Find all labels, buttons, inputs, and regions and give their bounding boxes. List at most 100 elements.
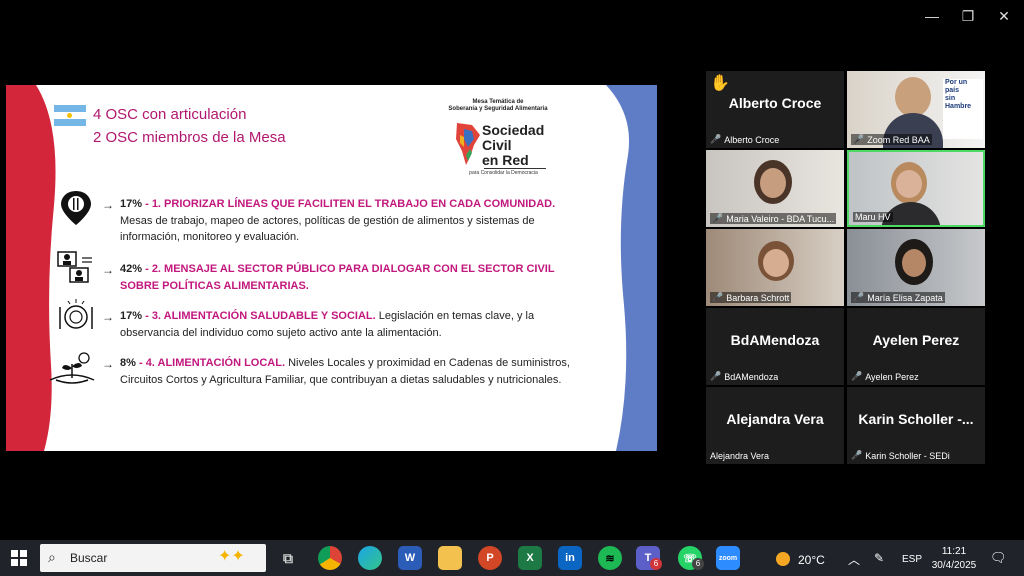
participant-label-text: Maru HV — [855, 212, 891, 222]
item-2-arrow: → — [102, 263, 114, 277]
taskbar-search-box[interactable]: ⌕ Buscar ✦✦ — [40, 544, 266, 572]
participant-label-text: Barbara Schrott — [726, 292, 790, 303]
participant-name: Alejandra Vera — [726, 411, 824, 427]
person-face — [902, 249, 926, 277]
participant-tile[interactable]: BdAMendoza 🎤 BdAMendoza — [706, 308, 844, 385]
participant-label-text: Alejandra Vera — [710, 451, 770, 461]
participant-tile[interactable]: Karin Scholler -... 🎤 Karin Scholler - SE… — [847, 387, 985, 464]
chrome-icon[interactable] — [318, 546, 342, 570]
dialogue-people-icon — [57, 251, 92, 283]
participant-tile[interactable]: 🎤 Barbara Schrott — [706, 229, 844, 306]
close-button[interactable]: ✕ — [994, 8, 1014, 25]
participant-tile[interactable]: 🎤 Maria Valeiro - BDA Tucu... — [706, 150, 844, 227]
restore-button[interactable]: ❐ — [958, 8, 978, 25]
item-4-text: 8% - 4. ALIMENTACIÓN LOCAL. Niveles Loca… — [120, 355, 575, 388]
task-view-icon[interactable]: ⧉ — [276, 546, 300, 570]
zoom-icon[interactable]: zoom — [716, 546, 740, 570]
participant-tile[interactable]: ✋ Alberto Croce 🎤 Alberto Croce — [706, 71, 844, 148]
language-indicator[interactable]: ESP — [902, 554, 922, 565]
weather-sun-icon[interactable] — [776, 552, 790, 566]
item-2-text: 42% - 2. MENSAJE AL SECTOR PÚBLICO PARA … — [120, 261, 575, 294]
item-4-arrow: → — [102, 357, 114, 371]
raised-hand-icon: ✋ — [710, 75, 730, 92]
item-2-heading: 2. MENSAJE AL SECTOR PÚBLICO PARA DIALOG… — [120, 263, 555, 292]
sparkle-icon: ✦✦ — [218, 548, 245, 565]
notification-icon[interactable]: 🗨 — [990, 550, 1007, 566]
linkedin-icon[interactable]: in — [558, 546, 582, 570]
shared-slide: 4 OSC con articulación 2 OSC miembros de… — [6, 85, 657, 451]
local-farm-sprout-icon — [49, 352, 95, 384]
item-1-percent: 17% — [120, 198, 143, 210]
muted-mic-icon: 🎤 — [853, 292, 865, 302]
participant-label-text: María Elisa Zapata — [867, 292, 943, 303]
participant-name: Karin Scholler -... — [858, 411, 974, 427]
muted-mic-icon: 🎤 — [710, 371, 722, 381]
whatsapp-badge: 6 — [692, 558, 704, 570]
weather-temperature[interactable]: 20°C — [798, 553, 825, 567]
excel-icon[interactable]: X — [518, 546, 542, 570]
participant-label: 🎤 BdAMendoza — [710, 371, 778, 382]
edge-icon[interactable] — [358, 546, 382, 570]
windows-taskbar: ⌕ Buscar ✦✦ ⧉ W P X in ≋ T 6 ☏ 6 zoom 20… — [0, 540, 1024, 576]
muted-mic-icon: 🎤 — [851, 450, 863, 460]
participant-label-text: Maria Valeiro - BDA Tucu... — [726, 213, 835, 224]
location-cutlery-icon — [61, 191, 91, 225]
participant-tile[interactable]: Alejandra Vera Alejandra Vera — [706, 387, 844, 464]
participant-tile-active-speaker[interactable]: Maru HV — [847, 150, 985, 227]
argentina-flag-icon — [54, 105, 86, 126]
logo-wordmark: Sociedad Civil en Red — [482, 123, 544, 168]
item-1-heading: 1. PRIORIZAR LÍNEAS QUE FACILITEN EL TRA… — [151, 198, 556, 210]
spotify-icon[interactable]: ≋ — [598, 546, 622, 570]
item-3-text: 17% - 3. ALIMENTACIÓN SALUDABLE Y SOCIAL… — [120, 308, 575, 341]
windows-start-icon[interactable] — [11, 550, 27, 566]
minimize-button[interactable]: — — [922, 8, 942, 24]
item-4-heading: 4. ALIMENTACIÓN LOCAL. — [145, 357, 286, 369]
file-explorer-icon[interactable] — [438, 546, 462, 570]
pen-icon[interactable]: ✎ — [874, 551, 884, 565]
participant-label: 🎤 Karin Scholler - SEDi — [851, 450, 950, 461]
slide-title-line-2: 2 OSC miembros de la Mesa — [93, 129, 286, 146]
participant-name: Ayelen Perez — [872, 332, 960, 348]
muted-mic-icon: 🎤 — [851, 371, 863, 381]
banner-line-3: sin — [945, 95, 956, 102]
item-1-arrow: → — [102, 198, 114, 212]
search-icon: ⌕ — [48, 549, 56, 565]
participant-label: Maru HV — [853, 212, 893, 222]
clock[interactable]: 11:21 30/4/2025 — [928, 545, 980, 573]
muted-mic-icon: 🎤 — [710, 134, 722, 144]
muted-mic-icon: 🎤 — [712, 292, 724, 302]
participant-label: 🎤 María Elisa Zapata — [851, 292, 945, 303]
south-america-map-icon — [456, 123, 480, 165]
banner-line-4: Hambre — [945, 103, 972, 110]
participant-tile[interactable]: 🎤 María Elisa Zapata — [847, 229, 985, 306]
slide-title-line-1: 4 OSC con articulación — [93, 106, 247, 123]
item-3-heading: 3. ALIMENTACIÓN SALUDABLE Y SOCIAL. — [151, 310, 376, 322]
healthy-plate-icon — [59, 299, 93, 329]
person-face — [760, 168, 786, 198]
participant-tile[interactable]: Por un país sin Hambre 🎤 Zoom Red BAA — [847, 71, 985, 148]
item-4-percent: 8% — [120, 357, 136, 369]
chevron-up-icon[interactable]: ︿ — [848, 551, 860, 568]
search-placeholder: Buscar — [70, 551, 108, 565]
item-3-arrow: → — [102, 310, 114, 324]
participant-label: 🎤 Ayelen Perez — [851, 371, 919, 382]
logo-divider — [484, 168, 546, 169]
logo-heading: Mesa Temática de Soberanía y Seguridad A… — [446, 99, 550, 113]
participant-name: BdAMendoza — [730, 332, 820, 348]
powerpoint-icon[interactable]: P — [478, 546, 502, 570]
word-icon[interactable]: W — [398, 546, 422, 570]
participant-label-text: Alberto Croce — [724, 134, 780, 145]
muted-mic-icon: 🎤 — [853, 134, 865, 144]
item-1-separator: - — [142, 198, 152, 210]
item-3-percent: 17% — [120, 310, 143, 322]
item-3-separator: - — [142, 310, 152, 322]
logo-heading-line-1: Mesa Temática de — [472, 99, 524, 105]
logo-heading-line-2: Soberanía y Seguridad Alimentaria — [448, 106, 548, 112]
participant-label: 🎤 Zoom Red BAA — [851, 134, 932, 145]
person-face — [896, 170, 922, 198]
participant-label: 🎤 Alberto Croce — [710, 134, 779, 145]
logo-word-2: Civil — [482, 137, 512, 153]
logo-word-3: en Red — [482, 152, 529, 168]
person-head — [895, 77, 931, 117]
participant-tile[interactable]: Ayelen Perez 🎤 Ayelen Perez — [847, 308, 985, 385]
